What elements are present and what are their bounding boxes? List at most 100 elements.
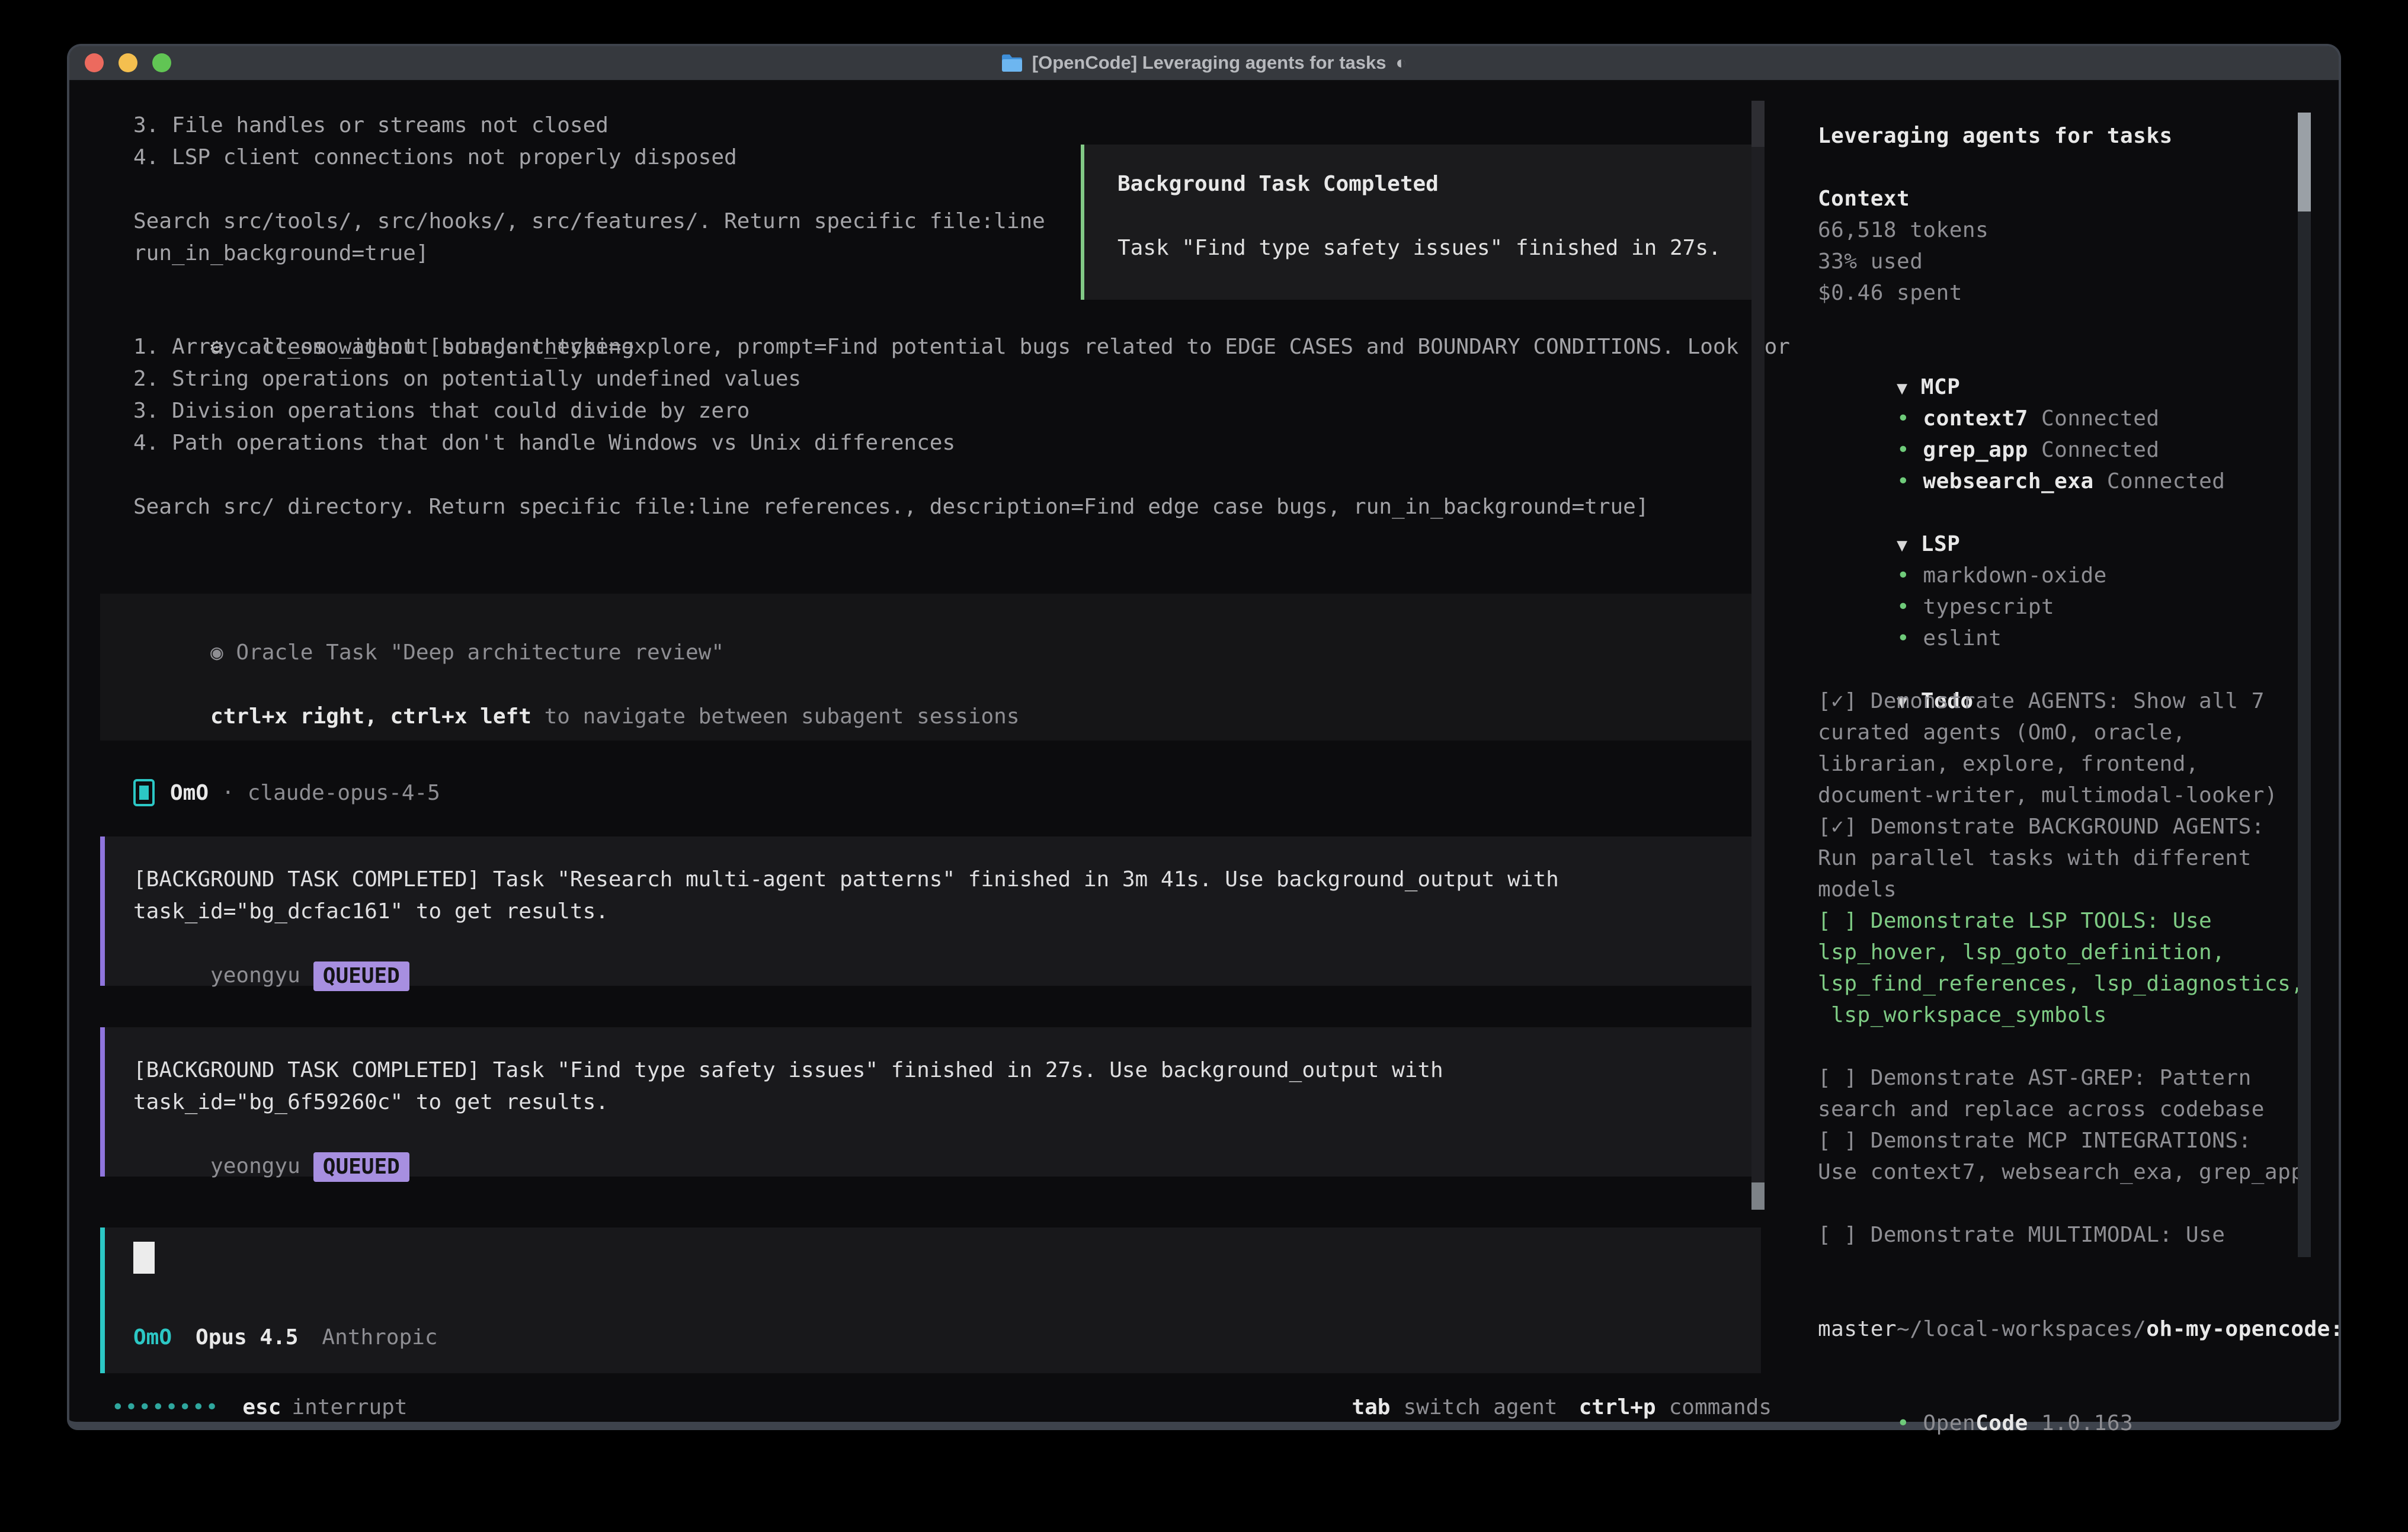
context-spent: $0.46 spent: [1818, 277, 2310, 309]
todo-pending-line: [ ] Demonstrate MCP INTEGRATIONS:: [1818, 1125, 2310, 1156]
bullet-icon: •: [1897, 595, 1910, 619]
todo-done-line: [✓] Demonstrate BACKGROUND AGENTS:: [1818, 811, 2310, 842]
bullet-icon: •: [1897, 438, 1910, 462]
lsp-item-name: typescript: [1923, 595, 2054, 619]
mcp-item-name: websearch_exa: [1923, 469, 2093, 493]
blank-line: [1818, 1251, 2310, 1282]
titlebar: [OpenCode] Leveraging agents for tasks ◐: [69, 46, 2339, 81]
scrollback-line: 4. LSP client connections not properly d…: [133, 142, 1045, 174]
mcp-item-status: Connected: [2107, 469, 2226, 493]
lsp-item-name: markdown-oxide: [1923, 563, 2106, 588]
workspace-path: ~/local-workspaces/oh-my-opencode:: [1818, 1282, 2310, 1313]
sidebar-scrollbar-thumb[interactable]: [2298, 113, 2311, 211]
prompt-input[interactable]: OmO Opus 4.5 Anthropic: [100, 1227, 1761, 1373]
tab-action-label: switch agent: [1403, 1395, 1557, 1419]
message-line: [BACKGROUND TASK COMPLETED] Task "Resear…: [133, 864, 1751, 896]
todo-done-line: document-writer, multimodal-looker): [1818, 780, 2310, 811]
version-row: • OpenCode 1.0.163: [1818, 1376, 2310, 1408]
spinner-dots-icon: ••••••••: [111, 1395, 219, 1419]
workspace-path-prefix: ~/local-workspaces/: [1897, 1317, 2146, 1341]
message-line: [BACKGROUND TASK COMPLETED] Task "Find t…: [133, 1055, 1751, 1086]
text-cursor: [133, 1242, 155, 1274]
todo-pending-line: [ ] Demonstrate AST-GREP: Pattern: [1818, 1062, 2310, 1094]
oracle-bullet-icon: ◉: [210, 640, 223, 665]
bullet-icon: •: [1897, 563, 1910, 588]
blank-line: [1818, 1031, 2310, 1062]
ctrlp-action-label: commands: [1669, 1395, 1772, 1419]
bullet-icon: •: [1897, 626, 1910, 650]
notification-title: Background Task Completed: [1117, 168, 1761, 200]
mcp-section-header[interactable]: ▼ MCP: [1818, 340, 2310, 371]
blank-line: [1117, 200, 1761, 232]
status-badge: QUEUED: [313, 1152, 409, 1182]
status-badge: QUEUED: [313, 961, 409, 991]
workspace-path-name: oh-my-opencode:: [2146, 1317, 2343, 1341]
scrollback-block: 3. File handles or streams not closed 4.…: [133, 110, 1045, 270]
todo-active-line: lsp_hover, lsp_goto_definition,: [1818, 937, 2310, 968]
input-agent-label: OmO: [133, 1325, 172, 1350]
bullet-icon: •: [1897, 469, 1910, 493]
todo-pending-line: Use context7, websearch_exa, grep_app: [1818, 1156, 2310, 1188]
oracle-task-label: Oracle Task "Deep architecture review": [236, 640, 724, 665]
brand-open: Open: [1923, 1411, 1975, 1435]
todo-done-line: Run parallel tasks with different: [1818, 842, 2310, 874]
tab-key-label: tab: [1352, 1395, 1390, 1419]
tool-call-tail: Search src/ directory. Return specific f…: [133, 491, 1790, 523]
lsp-header-label: LSP: [1921, 532, 1961, 556]
esc-key-label: esc: [242, 1395, 281, 1419]
tool-call-item: 2. String operations on potentially unde…: [133, 363, 1790, 395]
input-provider-label: Anthropic: [322, 1325, 437, 1350]
app-window: [OpenCode] Leveraging agents for tasks ◐…: [67, 44, 2341, 1430]
notification-toast: Background Task Completed Task "Find typ…: [1081, 145, 1765, 300]
esc-action-label: interrupt: [292, 1395, 407, 1419]
message-line: task_id="bg_dcfac161" to get results.: [133, 896, 1751, 928]
scrollback-line: Search src/tools/, src/hooks/, src/featu…: [133, 206, 1045, 238]
todo-section-header[interactable]: ▼ Todo: [1818, 654, 2310, 685]
bullet-icon: •: [1897, 406, 1910, 431]
bullet-icon: •: [1897, 1411, 1910, 1435]
status-bar: •••••••• esc interrupt tab switch agent …: [100, 1391, 1772, 1423]
session-title: Leveraging agents for tasks: [1818, 120, 2310, 152]
message-author: yeongyu: [210, 963, 300, 988]
keybind-hint-label: to navigate between subagent sessions: [531, 704, 1020, 729]
todo-done-line: [✓] Demonstrate AGENTS: Show all 7: [1818, 685, 2310, 717]
window-title-wrap: [OpenCode] Leveraging agents for tasks ◐: [69, 46, 2339, 79]
todo-active-line: [ ] Demonstrate LSP TOOLS: Use: [1818, 905, 2310, 937]
version-number: 1.0.163: [2041, 1411, 2133, 1435]
blank-line: [133, 174, 1045, 206]
agent-name: OmO: [170, 781, 209, 805]
sidebar: Leveraging agents for tasks Context 66,5…: [1818, 120, 2310, 1408]
half-moon-icon: ◐: [1396, 52, 1407, 73]
mcp-item-status: Connected: [2041, 438, 2160, 462]
scrollback-line: run_in_background=true]: [133, 238, 1045, 270]
todo-pending-line: search and replace across codebase: [1818, 1094, 2310, 1125]
blank-line: [1818, 152, 2310, 183]
tool-call-block: ⚙ call_omo_agent [subagent_type=explore,…: [133, 299, 1790, 523]
todo-done-line: models: [1818, 874, 2310, 905]
sidebar-scrollbar-track[interactable]: [2298, 113, 2311, 1257]
mcp-item-status: Connected: [2041, 406, 2160, 431]
background-task-message: [BACKGROUND TASK COMPLETED] Task "Resear…: [100, 836, 1751, 986]
background-task-message: [BACKGROUND TASK COMPLETED] Task "Find t…: [100, 1027, 1751, 1177]
main-scrollbar-top-segment[interactable]: [1751, 101, 1765, 147]
todo-active-line: lsp_workspace_symbols: [1818, 999, 2310, 1031]
mcp-header-label: MCP: [1921, 375, 1961, 399]
agent-header-row: OmO · claude-opus-4-5: [133, 777, 440, 809]
main-scrollbar-thumb[interactable]: [1751, 1182, 1765, 1210]
tool-call-item: 3. Division operations that could divide…: [133, 395, 1790, 427]
blank-line: [133, 459, 1790, 491]
message-line: task_id="bg_6f59260c" to get results.: [133, 1086, 1751, 1118]
scrollback-line: 3. File handles or streams not closed: [133, 110, 1045, 142]
message-author: yeongyu: [210, 1154, 300, 1178]
notification-body: Task "Find type safety issues" finished …: [1117, 232, 1761, 264]
mcp-item-name: context7: [1923, 406, 2028, 431]
mcp-item-name: grep_app: [1923, 438, 2028, 462]
todo-done-line: librarian, explore, frontend,: [1818, 748, 2310, 780]
window-title: [OpenCode] Leveraging agents for tasks: [1032, 52, 1386, 73]
brand-code: Code: [1975, 1411, 2028, 1435]
chevron-down-icon: ▼: [1897, 535, 1908, 556]
context-tokens: 66,518 tokens: [1818, 214, 2310, 246]
lsp-section-header[interactable]: ▼ LSP: [1818, 497, 2310, 528]
todo-active-line: lsp_find_references, lsp_diagnostics,: [1818, 968, 2310, 999]
main-scrollbar-track[interactable]: [1751, 101, 1765, 1210]
